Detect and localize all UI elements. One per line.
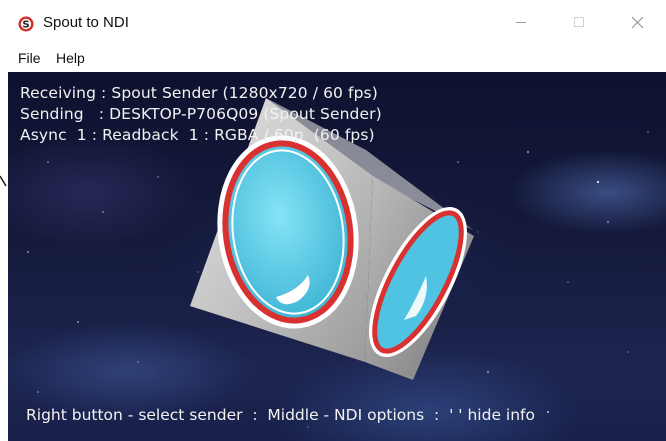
receiving-info: Receiving : Spout Sender (1280x720 / 60 … — [20, 84, 378, 102]
app-window: S Spout to NDI File Help Receiving: Spo… — [0, 0, 666, 441]
maximize-icon — [574, 17, 584, 27]
menu-file[interactable]: File — [18, 50, 41, 66]
async-info: Async 1 : Readback 1 : RGBA / 60p (60 fp… — [20, 126, 375, 144]
maximize-button[interactable] — [550, 0, 608, 44]
menu-help[interactable]: Help — [56, 50, 85, 66]
sending-info: Sending : DESKTOP-P706Q09 (Spout Sender) — [20, 105, 382, 123]
cursor-fragment-icon — [0, 175, 7, 187]
close-icon — [631, 16, 643, 28]
menu-bar — [0, 44, 666, 72]
window-left-edge — [0, 40, 8, 441]
window-title: Spout to NDI — [43, 14, 129, 31]
minimize-icon — [516, 22, 526, 23]
controls-hint: Right button - select sender : Middle - … — [26, 406, 535, 424]
minimize-button[interactable] — [492, 0, 550, 44]
title-bar[interactable]: S Spout to NDI — [0, 0, 666, 44]
close-button[interactable] — [608, 0, 666, 44]
spout-logo-icon: S — [18, 16, 34, 32]
video-viewport[interactable]: Receiving : Spout Sender (1280x720 / 60 … — [8, 72, 666, 441]
svg-text:S: S — [22, 20, 29, 31]
